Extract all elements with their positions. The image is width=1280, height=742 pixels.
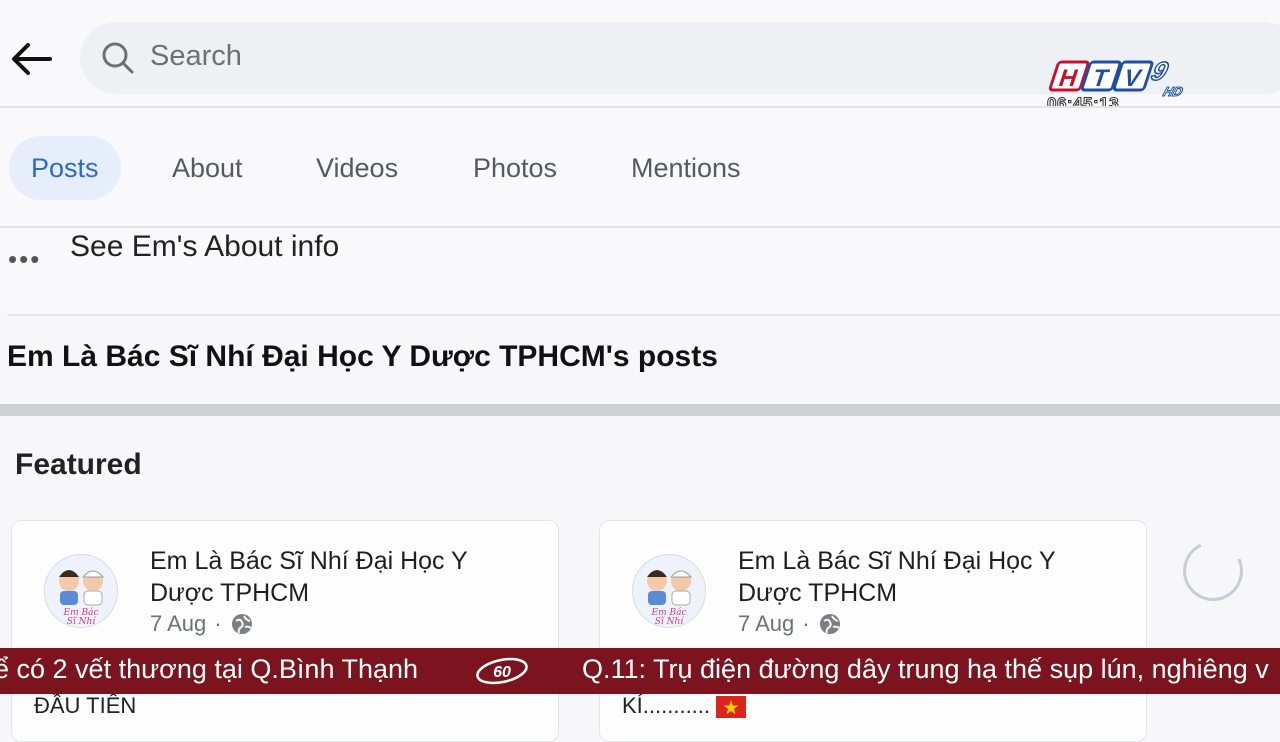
- ticker-text: Q.11: Trụ điện đường dây trung hạ thế sụ…: [582, 654, 1269, 684]
- about-info-link[interactable]: See Em's About info: [70, 230, 339, 264]
- post-date: 7 Aug ·: [738, 611, 842, 637]
- featured-heading: Featured: [15, 448, 142, 481]
- search-icon: [102, 42, 134, 74]
- post-snippet: KÍ...........: [622, 693, 747, 719]
- svg-text:HD: HD: [1161, 84, 1185, 98]
- post-author[interactable]: Em Là Bác Sĩ Nhí Đại Học Y Dược TPHCM: [738, 545, 1108, 609]
- post-date-text: 7 Aug: [150, 611, 207, 636]
- svg-text:Sĩ Nhí: Sĩ Nhí: [655, 616, 685, 627]
- globe-icon: [231, 614, 252, 634]
- ticker-logo-icon: 60: [476, 657, 528, 685]
- divider: [8, 314, 1280, 316]
- tab-photos[interactable]: Photos: [451, 136, 579, 200]
- posts-section-title: Em Là Bác Sĩ Nhí Đại Học Y Dược TPHCM's …: [7, 340, 718, 373]
- news-ticker: ể có 2 vết thương tại Q.Bình Thạnh 60 Q.…: [0, 648, 1280, 694]
- post-snippet: ĐẦU TIÊN: [34, 693, 137, 718]
- profile-tabs: Posts About Videos Photos Mentions: [0, 108, 1280, 226]
- tab-mentions[interactable]: Mentions: [609, 136, 763, 200]
- post-date: 7 Aug ·: [150, 611, 254, 637]
- tab-about[interactable]: About: [150, 136, 265, 200]
- section-divider: [0, 404, 1280, 416]
- avatar[interactable]: Em Bác Sĩ Nhí: [632, 554, 706, 628]
- post-author[interactable]: Em Là Bác Sĩ Nhí Đại Học Y Dược TPHCM: [150, 545, 520, 609]
- back-arrow-icon[interactable]: [8, 36, 54, 82]
- post-snippet-text: KÍ...........: [622, 693, 711, 718]
- globe-icon: [819, 614, 840, 634]
- svg-text:60: 60: [493, 664, 511, 681]
- search-placeholder: Search: [150, 40, 242, 72]
- svg-text:Sĩ Nhí: Sĩ Nhí: [67, 616, 97, 627]
- post-date-text: 7 Aug: [738, 611, 795, 636]
- vietnam-flag-icon: [716, 696, 747, 719]
- loading-spinner-icon: [1174, 532, 1252, 610]
- ticker-text: ể có 2 vết thương tại Q.Bình Thạnh: [0, 654, 419, 684]
- featured-post-card[interactable]: Em Bác Sĩ Nhí Em Là Bác Sĩ Nhí Đại Học Y…: [599, 520, 1147, 742]
- tab-videos[interactable]: Videos: [294, 136, 420, 200]
- about-info-row[interactable]: ••• See Em's About info: [0, 228, 1280, 314]
- more-dots-icon: •••: [8, 244, 42, 274]
- tab-posts[interactable]: Posts: [9, 136, 121, 200]
- featured-post-card[interactable]: Em Bác Sĩ Nhí Em Là Bác Sĩ Nhí Đại Học Y…: [11, 520, 559, 742]
- avatar[interactable]: Em Bác Sĩ Nhí: [44, 554, 118, 628]
